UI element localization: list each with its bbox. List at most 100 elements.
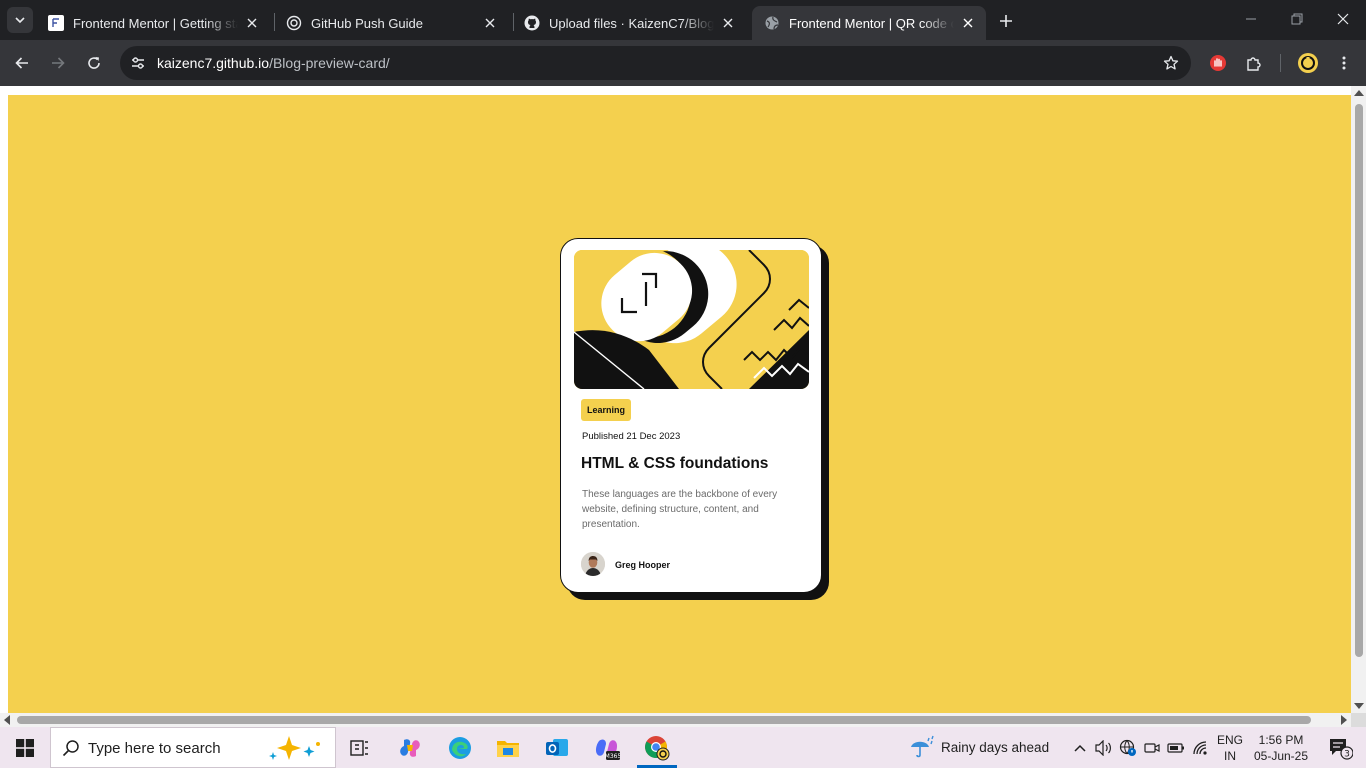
tab-search-button[interactable] <box>7 7 33 33</box>
scroll-left-arrow-icon[interactable] <box>4 715 10 725</box>
blog-preview-card: Learning Published 21 Dec 2023 HTML & CS… <box>560 238 822 593</box>
wifi-button[interactable] <box>1191 727 1211 768</box>
tune-icon <box>132 57 144 69</box>
card-description: These languages are the backbone of ever… <box>582 489 778 530</box>
browser-toolbar: kaizenc7.github.io/Blog-preview-card/ <box>0 40 1366 86</box>
meet-now-button[interactable] <box>1142 727 1162 768</box>
tab-title: Upload files · KaizenC7/Blog-pr <box>549 15 714 31</box>
copilot-button[interactable] <box>390 727 430 768</box>
minimize-button[interactable] <box>1228 0 1274 38</box>
profile-button[interactable] <box>1294 49 1322 77</box>
category-tag: Learning <box>581 399 632 421</box>
toolbar-separator <box>1280 54 1281 72</box>
volume-button[interactable] <box>1094 727 1114 768</box>
card-title[interactable]: HTML & CSS foundations <box>581 455 768 473</box>
globe-icon <box>764 15 780 31</box>
tab-frontend-mentor-qr-code[interactable]: Frontend Mentor | QR code com <box>752 6 986 40</box>
url-host: kaizenc7.github.io <box>157 55 270 71</box>
restore-button[interactable] <box>1274 0 1320 38</box>
close-icon[interactable] <box>244 15 260 31</box>
battery-icon <box>1167 742 1184 753</box>
edge-icon <box>449 736 471 759</box>
tab-title: Frontend Mentor | Getting start <box>73 15 238 31</box>
microsoft-365-icon: M365 <box>595 739 620 760</box>
windows-taskbar: Type here to search M365 Rainy days ahea… <box>0 727 1366 768</box>
reload-button[interactable] <box>80 49 108 77</box>
task-view-icon <box>350 739 368 756</box>
clock[interactable]: 1:56 PM 05-Jun-25 <box>1251 732 1311 764</box>
outlook-button[interactable] <box>537 727 577 768</box>
taskbar-search-box[interactable]: Type here to search <box>50 727 336 768</box>
tab-upload-files[interactable]: Upload files · KaizenC7/Blog-pr <box>512 6 746 40</box>
address-bar[interactable]: kaizenc7.github.io/Blog-preview-card/ <box>120 46 1191 80</box>
region-code: IN <box>1224 749 1236 763</box>
input-language[interactable]: ENG IN <box>1216 732 1244 764</box>
start-button[interactable] <box>0 727 50 768</box>
edge-button[interactable] <box>440 727 480 768</box>
battery-button[interactable] <box>1166 727 1186 768</box>
arrow-left-icon <box>15 57 28 69</box>
network-status-button[interactable] <box>1118 727 1138 768</box>
arrow-right-icon <box>52 57 65 69</box>
m365-copilot-button[interactable]: M365 <box>587 727 627 768</box>
frontend-mentor-icon <box>48 15 64 31</box>
back-button[interactable] <box>8 49 36 77</box>
weather-text[interactable]: Rainy days ahead <box>941 740 1049 755</box>
chrome-taskbar-button[interactable] <box>637 727 677 768</box>
tab-github-push-guide[interactable]: GitHub Push Guide <box>274 6 508 40</box>
scroll-down-arrow-icon[interactable] <box>1354 703 1364 709</box>
author-name: Greg Hooper <box>615 560 671 570</box>
close-window-button[interactable] <box>1320 0 1366 38</box>
notification-count: 3 <box>1344 749 1350 759</box>
horizontal-scrollbar[interactable] <box>0 713 1351 727</box>
file-explorer-button[interactable] <box>488 727 528 768</box>
forward-button[interactable] <box>44 49 72 77</box>
show-hidden-icons-button[interactable] <box>1070 727 1090 768</box>
extension-button[interactable] <box>1204 49 1232 77</box>
vertical-scrollbar[interactable] <box>1351 86 1366 713</box>
plus-icon <box>1000 15 1012 27</box>
author-avatar <box>581 552 605 576</box>
vertical-scroll-thumb[interactable] <box>1355 104 1363 657</box>
scroll-right-arrow-icon[interactable] <box>1341 715 1347 725</box>
illustration-image <box>574 250 809 389</box>
folder-icon <box>497 740 519 757</box>
close-icon[interactable] <box>720 15 736 31</box>
close-icon[interactable] <box>482 15 498 31</box>
camera-icon <box>1144 742 1160 753</box>
minimize-icon <box>1246 18 1256 20</box>
clock-date: 05-Jun-25 <box>1253 749 1309 763</box>
notifications-button[interactable]: 3 <box>1318 727 1362 768</box>
close-icon[interactable] <box>960 15 976 31</box>
horizontal-scroll-thumb[interactable] <box>17 716 1311 724</box>
wifi-icon <box>1193 740 1207 755</box>
github-icon <box>524 15 540 31</box>
hand-stop-extension-icon <box>1210 55 1226 71</box>
umbrella-rain-icon <box>911 735 934 757</box>
chevron-down-icon <box>15 17 25 24</box>
openai-icon <box>286 15 302 31</box>
reload-icon <box>88 57 100 69</box>
bookmark-button[interactable] <box>1159 51 1183 75</box>
new-tab-button[interactable] <box>994 9 1018 33</box>
search-placeholder: Type here to search <box>88 740 221 757</box>
language-code: ENG <box>1216 733 1243 747</box>
scroll-up-arrow-icon[interactable] <box>1354 90 1364 96</box>
chevron-up-icon <box>1074 744 1086 752</box>
task-view-button[interactable] <box>340 727 380 768</box>
site-info-button[interactable] <box>126 51 150 75</box>
speaker-icon <box>1095 739 1111 756</box>
outlook-icon <box>546 738 568 756</box>
puzzle-icon <box>1247 57 1261 71</box>
copilot-sparkle-icon <box>269 736 320 760</box>
star-icon <box>1163 55 1179 70</box>
extensions-menu-button[interactable] <box>1240 49 1268 77</box>
tab-frontend-mentor-getting-started[interactable]: Frontend Mentor | Getting start <box>36 6 270 40</box>
globe-warning-icon <box>1119 739 1136 756</box>
weather-widget[interactable] <box>904 727 940 768</box>
avatar-icon <box>1298 53 1318 73</box>
windows-logo-icon <box>16 738 34 757</box>
more-vert-icon <box>1342 56 1346 70</box>
chrome-menu-button[interactable] <box>1330 49 1358 77</box>
published-date: Published 21 Dec 2023 <box>582 431 681 442</box>
